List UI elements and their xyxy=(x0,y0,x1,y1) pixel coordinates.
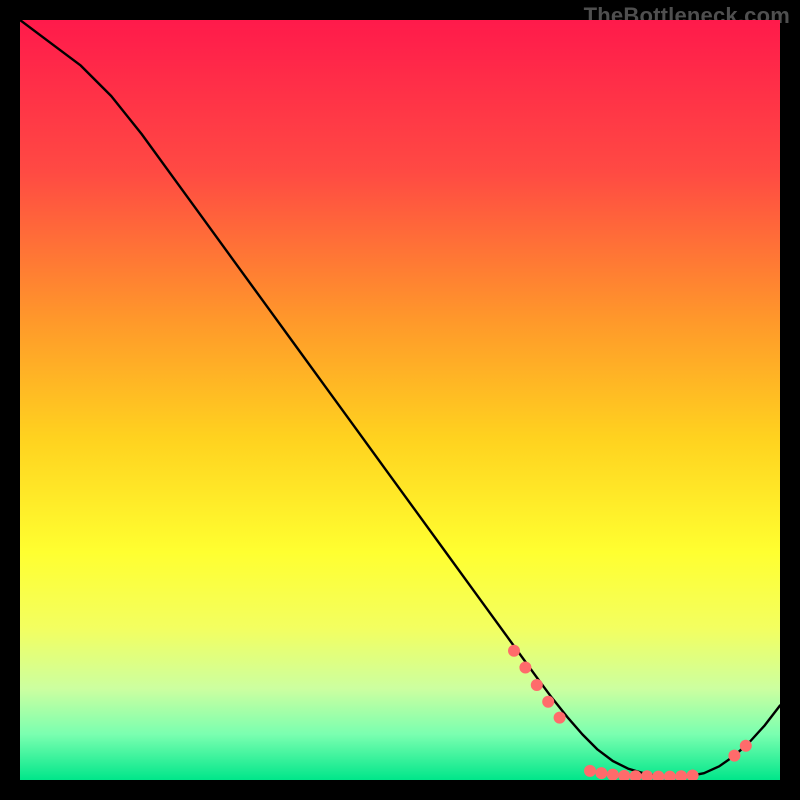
marker-dot xyxy=(519,662,531,674)
marker-dot xyxy=(740,740,752,752)
marker-dot xyxy=(554,712,566,724)
marker-dot xyxy=(531,679,543,691)
chart-plot xyxy=(20,20,780,780)
chart-stage: TheBottleneck.com xyxy=(0,0,800,800)
marker-dot xyxy=(508,645,520,657)
chart-background xyxy=(20,20,780,780)
marker-dot xyxy=(542,696,554,708)
marker-dot xyxy=(728,750,740,762)
marker-dot xyxy=(595,767,607,779)
marker-dot xyxy=(584,765,596,777)
